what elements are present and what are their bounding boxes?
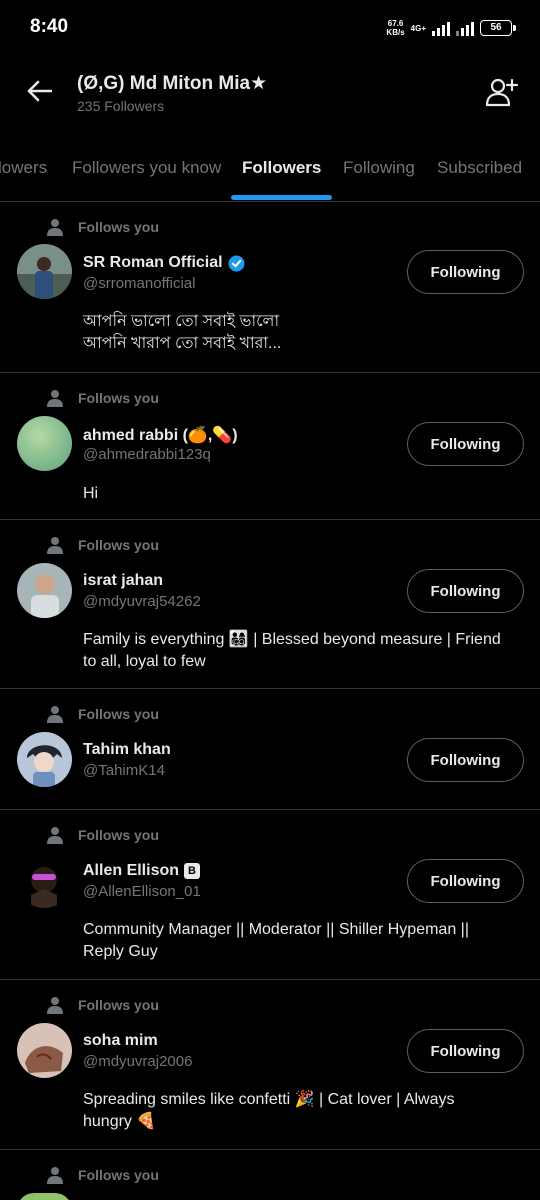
network-type: 4G+ <box>410 23 426 33</box>
list-item[interactable]: Follows you Allen Ellison B @AllenElliso… <box>0 810 540 980</box>
user-name[interactable]: israt jahan <box>83 572 163 590</box>
user-handle: @ahmedrabbi123q <box>83 446 211 463</box>
tab-bar: lowers Followers you know Followers Foll… <box>0 140 540 202</box>
followers-count: 235 Followers <box>77 98 165 114</box>
following-button[interactable]: Following <box>407 569 524 613</box>
avatar[interactable] <box>17 416 72 471</box>
user-handle: @mdyuvraj54262 <box>83 593 201 610</box>
person-icon <box>47 997 63 1014</box>
user-bio: Hi <box>83 485 99 502</box>
following-button[interactable]: Following <box>407 859 524 903</box>
follows-you-label: Follows you <box>78 827 159 843</box>
add-user-button[interactable] <box>482 72 522 112</box>
follows-you-label: Follows you <box>78 706 159 722</box>
follows-you-label: Follows you <box>78 1167 159 1183</box>
status-bar: 8:40 67.6 KB/s 4G+ 56 <box>0 0 540 56</box>
status-icons: 67.6 KB/s 4G+ 56 <box>386 16 516 40</box>
user-bio: Family is everything 👨‍👩‍👧‍👦 | Blessed b… <box>83 631 501 670</box>
tab-indicator <box>231 195 332 200</box>
list-item[interactable]: Follows you soha mim @mdyuvraj2006 Follo… <box>0 980 540 1150</box>
avatar[interactable] <box>17 563 72 618</box>
user-name[interactable]: SR Roman Official <box>83 254 223 272</box>
user-bio: Community Manager || Moderator || Shille… <box>83 921 469 960</box>
person-add-icon <box>485 78 519 107</box>
person-icon <box>47 219 63 236</box>
person-icon <box>47 706 63 723</box>
user-bio: Spreading smiles like confetti 🎉 | Cat l… <box>83 1091 455 1130</box>
tab-subscribed[interactable]: Subscribed <box>437 158 522 178</box>
tab-verified-followers[interactable]: lowers <box>0 158 47 178</box>
user-bio: আপনি ভালো তো সবাই ভালো আপনি খারাপ তো সবা… <box>83 313 282 352</box>
business-badge-icon: B <box>184 863 201 879</box>
person-icon <box>47 1167 63 1184</box>
profile-header: (Ø,G) Md Miton Mia★ 235 Followers <box>0 56 540 132</box>
user-handle: @mdyuvraj2006 <box>83 1053 193 1070</box>
follows-you-label: Follows you <box>78 390 159 406</box>
avatar[interactable] <box>17 732 72 787</box>
following-button[interactable]: Following <box>407 1029 524 1073</box>
tab-followers[interactable]: Followers <box>242 158 321 178</box>
person-icon <box>47 537 63 554</box>
user-handle: @AllenEllison_01 <box>83 883 201 900</box>
follower-list: Follows you SR Roman Official @srromanof… <box>0 202 540 1200</box>
list-item[interactable]: Follows you ahmed rabbi (🍊,💊) @ahmedrabb… <box>0 373 540 520</box>
status-time: 8:40 <box>30 16 69 37</box>
network-speed: 67.6 KB/s <box>386 19 405 37</box>
user-name[interactable]: Allen Ellison <box>83 862 179 880</box>
user-name[interactable]: Tahim khan <box>83 741 171 759</box>
arrow-left-icon <box>27 80 52 102</box>
avatar[interactable] <box>17 853 72 908</box>
back-button[interactable] <box>20 72 58 110</box>
following-button[interactable]: Following <box>407 250 524 294</box>
list-item[interactable]: Follows you Tahim khan @TahimK14 Followi… <box>0 689 540 810</box>
user-name[interactable]: ahmed rabbi (🍊,💊) <box>83 425 238 445</box>
verified-badge-icon <box>228 255 245 271</box>
person-icon <box>47 390 63 407</box>
user-handle: @srromanofficial <box>83 275 196 292</box>
list-item[interactable]: Follows you israt jahan @mdyuvraj54262 F… <box>0 520 540 689</box>
user-handle: @TahimK14 <box>83 762 165 779</box>
signal-icon <box>432 20 450 36</box>
signal-2-icon <box>456 20 474 36</box>
avatar[interactable] <box>17 244 72 299</box>
following-button[interactable]: Following <box>407 422 524 466</box>
avatar[interactable] <box>17 1193 72 1200</box>
tab-following[interactable]: Following <box>343 158 415 178</box>
page-title: (Ø,G) Md Miton Mia★ <box>77 73 268 94</box>
avatar[interactable] <box>17 1023 72 1078</box>
tab-followers-you-know[interactable]: Followers you know <box>72 158 221 178</box>
follows-you-label: Follows you <box>78 219 159 235</box>
person-icon <box>47 827 63 844</box>
follows-you-label: Follows you <box>78 537 159 553</box>
list-item[interactable]: Follows you SR Roman Official @srromanof… <box>0 202 540 373</box>
battery-icon: 56 <box>480 20 516 36</box>
user-name[interactable]: soha mim <box>83 1032 158 1050</box>
following-button[interactable]: Following <box>407 738 524 782</box>
follows-you-label: Follows you <box>78 997 159 1013</box>
list-item[interactable]: Follows you <box>0 1150 540 1200</box>
